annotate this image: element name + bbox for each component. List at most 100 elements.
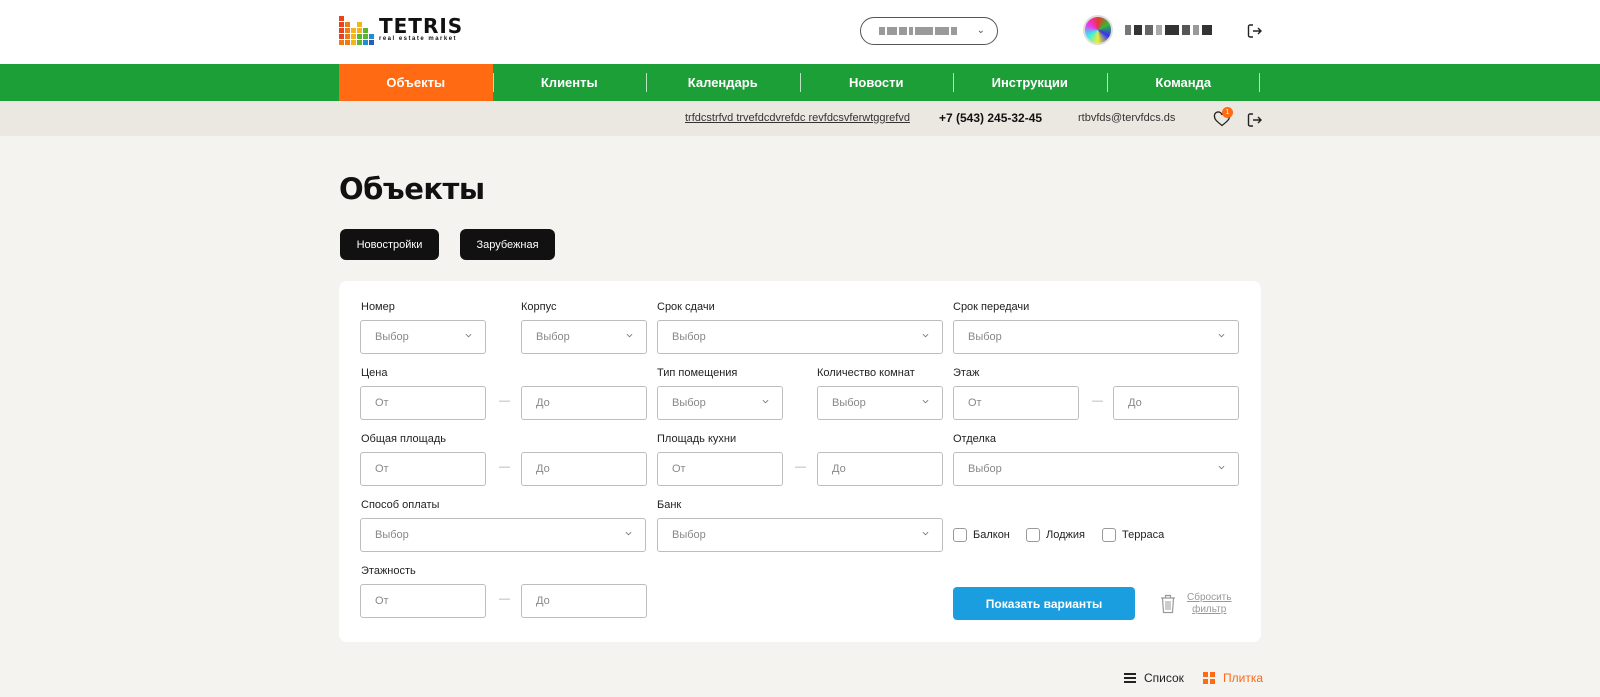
filter-panel: Номер Выбор Корпус Выбор Срок сдачи Выбо… bbox=[339, 281, 1261, 642]
finishing-label: Отделка bbox=[953, 433, 996, 445]
room-type-select[interactable]: Выбор bbox=[657, 386, 783, 420]
reset-filter-line2: фильтр bbox=[1192, 604, 1227, 615]
room-type-label: Тип помещения bbox=[657, 367, 738, 379]
category-button-foreign[interactable]: Зарубежная bbox=[460, 229, 555, 260]
bank-select[interactable]: Выбор bbox=[657, 518, 943, 552]
finishing-select-value: Выбор bbox=[968, 463, 1002, 475]
chevron-down-icon bbox=[1218, 465, 1225, 470]
chevron-down-icon bbox=[465, 333, 472, 338]
category-button-new-buildings[interactable]: Новостройки bbox=[340, 229, 439, 260]
bank-select-value: Выбор bbox=[672, 529, 706, 541]
chevron-down-icon bbox=[922, 531, 929, 536]
chevron-down-icon bbox=[922, 399, 929, 404]
rooms-select-value: Выбор bbox=[832, 397, 866, 409]
logo-title: TETRIS bbox=[379, 14, 464, 38]
payment-select[interactable]: Выбор bbox=[360, 518, 646, 552]
main-nav: Объекты Клиенты Календарь Новости Инструкции… bbox=[0, 64, 1600, 101]
floor-from-input[interactable]: От bbox=[953, 386, 1079, 420]
nav-item-3[interactable]: Новости bbox=[799, 64, 954, 101]
payment-select-value: Выбор bbox=[375, 529, 409, 541]
bank-label: Банк bbox=[657, 499, 682, 511]
range-dash: — bbox=[499, 395, 510, 407]
top-header: TETRIS real estate market ⌄ bbox=[0, 0, 1600, 64]
contact-bar: trfdcstrfvd trvefdcdvrefdc revfdcsvferwt… bbox=[0, 101, 1600, 136]
deadline-select[interactable]: Выбор bbox=[657, 320, 943, 354]
logo-subtitle: real estate market bbox=[379, 36, 458, 42]
balcony-label: Балкон bbox=[973, 529, 1010, 541]
price-to-placeholder: До bbox=[536, 397, 550, 409]
range-dash: — bbox=[499, 593, 510, 605]
price-from-placeholder: От bbox=[375, 397, 389, 409]
loggia-checkbox[interactable]: Лоджия bbox=[1026, 528, 1085, 542]
view-tile-label: Плитка bbox=[1223, 671, 1264, 685]
logo[interactable]: TETRIS real estate market bbox=[339, 16, 463, 45]
floors-to-placeholder: До bbox=[536, 595, 550, 607]
user-profile[interactable] bbox=[1083, 15, 1212, 45]
floors-count-label: Этажность bbox=[361, 565, 416, 577]
nav-item-1[interactable]: Клиенты bbox=[492, 64, 647, 101]
reset-filter-line1: Сбросить bbox=[1187, 592, 1232, 603]
finishing-select[interactable]: Выбор bbox=[953, 452, 1239, 486]
number-select[interactable]: Выбор bbox=[360, 320, 486, 354]
trash-icon[interactable] bbox=[1159, 593, 1177, 614]
logout-icon[interactable] bbox=[1246, 22, 1264, 40]
balcony-checkbox[interactable]: Балкон bbox=[953, 528, 1010, 542]
building-select[interactable]: Выбор bbox=[521, 320, 647, 354]
payment-label: Способ оплаты bbox=[361, 499, 440, 511]
handover-label: Срок передачи bbox=[953, 301, 1030, 313]
email-address[interactable]: rtbvfds@tervfdcs.ds bbox=[1078, 112, 1175, 124]
handover-select[interactable]: Выбор bbox=[953, 320, 1239, 354]
building-label: Корпус bbox=[521, 301, 557, 313]
show-results-button[interactable]: Показать варианты bbox=[953, 587, 1135, 620]
range-dash: — bbox=[795, 461, 806, 473]
chevron-down-icon bbox=[1218, 333, 1225, 338]
region-value-redacted bbox=[879, 27, 957, 35]
phone-number[interactable]: +7 (543) 245-32-45 bbox=[939, 111, 1042, 125]
floors-to-input[interactable]: До bbox=[521, 584, 647, 618]
kitchen-area-to-input[interactable]: До bbox=[817, 452, 943, 486]
grid-icon bbox=[1203, 672, 1215, 684]
chevron-down-icon: ⌄ bbox=[976, 25, 985, 36]
avatar bbox=[1083, 15, 1113, 45]
region-select[interactable]: ⌄ bbox=[860, 17, 998, 45]
price-from-input[interactable]: От bbox=[360, 386, 486, 420]
price-to-input[interactable]: До bbox=[521, 386, 647, 420]
handover-select-value: Выбор bbox=[968, 331, 1002, 343]
total-area-to-input[interactable]: До bbox=[521, 452, 647, 486]
room-type-select-value: Выбор bbox=[672, 397, 706, 409]
floor-label: Этаж bbox=[953, 367, 980, 379]
favorites-button[interactable]: 1 bbox=[1213, 107, 1233, 127]
logout-icon[interactable] bbox=[1246, 111, 1264, 129]
checkbox-box[interactable] bbox=[1026, 528, 1040, 542]
terrace-checkbox[interactable]: Терраса bbox=[1102, 528, 1164, 542]
range-dash: — bbox=[499, 461, 510, 473]
chevron-down-icon bbox=[922, 333, 929, 338]
rooms-select[interactable]: Выбор bbox=[817, 386, 943, 420]
list-icon bbox=[1124, 673, 1136, 683]
nav-item-0[interactable]: Объекты bbox=[339, 64, 493, 101]
total-area-from-input[interactable]: От bbox=[360, 452, 486, 486]
office-address-link[interactable]: trfdcstrfvd trvefdcdvrefdc revfdcsvferwt… bbox=[685, 112, 910, 124]
loggia-label: Лоджия bbox=[1046, 529, 1085, 541]
nav-item-4[interactable]: Инструкции bbox=[953, 64, 1107, 101]
kitchen-area-from-placeholder: От bbox=[672, 463, 686, 475]
view-tile-button[interactable]: Плитка bbox=[1203, 671, 1263, 685]
nav-item-5[interactable]: Команда bbox=[1106, 64, 1261, 101]
floors-from-input[interactable]: От bbox=[360, 584, 486, 618]
favorites-count-badge: 1 bbox=[1222, 107, 1233, 118]
view-list-button[interactable]: Список bbox=[1124, 671, 1184, 685]
floor-to-input[interactable]: До bbox=[1113, 386, 1239, 420]
user-name-redacted bbox=[1125, 25, 1212, 35]
checkbox-box[interactable] bbox=[953, 528, 967, 542]
checkbox-box[interactable] bbox=[1102, 528, 1116, 542]
nav-item-2[interactable]: Календарь bbox=[646, 64, 800, 101]
kitchen-area-from-input[interactable]: От bbox=[657, 452, 783, 486]
chevron-down-icon bbox=[625, 531, 632, 536]
floor-to-placeholder: До bbox=[1128, 397, 1142, 409]
terrace-label: Терраса bbox=[1122, 529, 1165, 541]
total-area-label: Общая площадь bbox=[361, 433, 446, 445]
rooms-label: Количество комнат bbox=[817, 367, 915, 379]
deadline-select-value: Выбор bbox=[672, 331, 706, 343]
reset-filter-link[interactable]: Сбросить фильтр bbox=[1187, 592, 1231, 616]
total-area-from-placeholder: От bbox=[375, 463, 389, 475]
